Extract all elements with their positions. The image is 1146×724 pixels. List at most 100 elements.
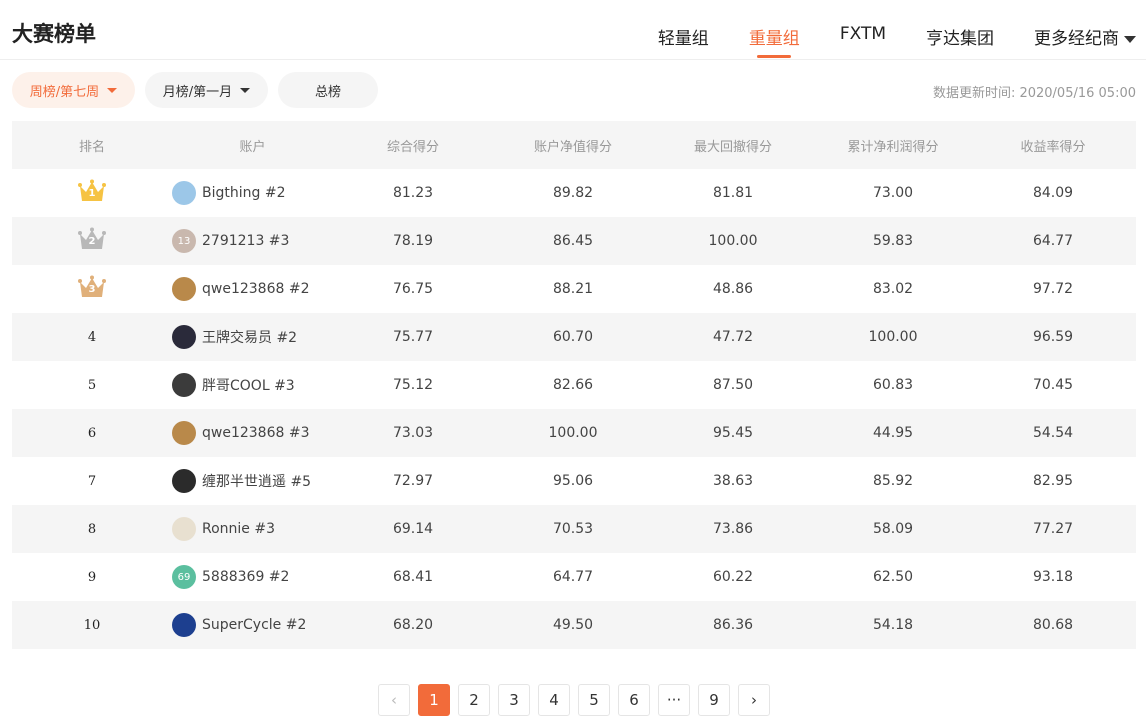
equity-score-cell: 49.50 [552, 617, 594, 633]
account-name: SuperCycle #2 [202, 617, 307, 633]
crown-icon: 3 [77, 275, 107, 299]
table-row[interactable]: 7 缠那半世逍遥 #5 72.97 95.06 38.63 85.92 82.95 [12, 457, 1136, 505]
table-row[interactable]: 8 Ronnie #3 69.14 70.53 73.86 58.09 77.27 [12, 505, 1136, 553]
account-link[interactable]: 王牌交易员 #2 [172, 325, 333, 349]
table-row[interactable]: 1 Bigthing #2 81.23 89.82 81.81 73.00 84.09 [12, 169, 1136, 217]
rank-cell: 1 [12, 179, 172, 207]
leaderboard-table: 排名 账户 综合得分 账户净值得分 最大回撤得分 累计净利润得分 收益率得分 1… [12, 121, 1136, 649]
account-link[interactable]: 胖哥COOL #3 [172, 373, 333, 397]
page-button-4[interactable]: 4 [538, 684, 570, 716]
page-button-9[interactable]: 9 [698, 684, 730, 716]
avatar [172, 613, 196, 637]
total-filter-button[interactable]: 总榜 [278, 72, 378, 108]
page-button-5[interactable]: 5 [578, 684, 610, 716]
table-header: 排名 账户 综合得分 账户净值得分 最大回撤得分 累计净利润得分 收益率得分 [12, 121, 1136, 169]
account-link[interactable]: 缠那半世逍遥 #5 [172, 469, 333, 493]
month-filter-dropdown[interactable]: 月榜/第一月 [145, 72, 268, 108]
page-button-1[interactable]: 1 [418, 684, 450, 716]
avatar [172, 469, 196, 493]
rank-number: 1 [88, 188, 96, 199]
account-link[interactable]: Bigthing #2 [172, 181, 333, 205]
chevron-down-icon [240, 87, 251, 93]
account-link[interactable]: qwe123868 #3 [172, 421, 333, 445]
avatar [172, 181, 196, 205]
account-cell: 胖哥COOL #3 [172, 373, 333, 397]
account-name: 5888369 #2 [202, 569, 290, 585]
composite-score-cell: 81.23 [392, 185, 434, 201]
profit-score-cell: 83.02 [872, 281, 914, 297]
avatar [172, 325, 196, 349]
account-link[interactable]: 69 5888369 #2 [172, 565, 333, 589]
avatar: 13 [172, 229, 196, 253]
chevron-down-icon [1124, 35, 1136, 43]
return-score-cell: 77.27 [1032, 521, 1074, 537]
account-link[interactable]: SuperCycle #2 [172, 613, 333, 637]
return-score-cell: 82.95 [1032, 473, 1074, 489]
composite-score-cell: 75.12 [392, 377, 434, 393]
table-row[interactable]: 4 王牌交易员 #2 75.77 60.70 47.72 100.00 96.59 [12, 313, 1136, 361]
return-score-cell: 80.68 [1032, 617, 1074, 633]
return-score-cell: 93.18 [1032, 569, 1074, 585]
column-header-equity: 账户净值得分 [533, 139, 612, 155]
rank-number: 2 [88, 236, 96, 247]
tab-more-brokers[interactable]: 更多经纪商 [1034, 24, 1136, 58]
month-filter-label: 月榜/第一月 [162, 84, 233, 100]
avatar: 69 [172, 565, 196, 589]
week-filter-dropdown[interactable]: 周榜/第七周 [12, 72, 135, 108]
chevron-down-icon [107, 87, 118, 93]
profit-score-cell: 62.50 [872, 569, 914, 585]
tab-fxtm[interactable]: FXTM [840, 24, 886, 58]
rank-cell: 2 [12, 227, 172, 255]
rank-cell: 9 [12, 569, 172, 585]
drawdown-score-cell: 100.00 [708, 233, 758, 249]
column-header-composite: 综合得分 [386, 139, 439, 155]
account-cell: Bigthing #2 [172, 181, 333, 205]
table-row[interactable]: 5 胖哥COOL #3 75.12 82.66 87.50 60.83 70.45 [12, 361, 1136, 409]
account-link[interactable]: qwe123868 #2 [172, 277, 333, 301]
profit-score-cell: 59.83 [872, 233, 914, 249]
avatar [172, 373, 196, 397]
equity-score-cell: 82.66 [552, 377, 594, 393]
account-cell: 13 2791213 #3 [172, 229, 333, 253]
return-score-cell: 96.59 [1032, 329, 1074, 345]
rank-number: 7 [87, 474, 97, 489]
equity-score-cell: 88.21 [552, 281, 594, 297]
equity-score-cell: 86.45 [552, 233, 594, 249]
table-row[interactable]: 2 13 2791213 #3 78.19 86.45 100.00 59.83 64.77 [12, 217, 1136, 265]
drawdown-score-cell: 95.45 [712, 425, 754, 441]
equity-score-cell: 60.70 [552, 329, 594, 345]
page-ellipsis-button[interactable]: ··· [658, 684, 690, 716]
avatar [172, 517, 196, 541]
page-button-3[interactable]: 3 [498, 684, 530, 716]
table-row[interactable]: 10 SuperCycle #2 68.20 49.50 86.36 54.18 80.68 [12, 601, 1136, 649]
tab-light[interactable]: 轻量组 [658, 24, 709, 58]
composite-score-cell: 68.41 [392, 569, 434, 585]
rank-number: 10 [83, 618, 101, 633]
week-filter-label: 周榜/第七周 [29, 84, 100, 100]
table-row[interactable]: 3 qwe123868 #2 76.75 88.21 48.86 83.02 97.72 [12, 265, 1136, 313]
crown-icon: 2 [77, 227, 107, 251]
tab-label: 轻量组 [657, 29, 709, 49]
drawdown-score-cell: 48.86 [712, 281, 754, 297]
page-button-6[interactable]: 6 [618, 684, 650, 716]
tab-heavy[interactable]: 重量组 [749, 24, 800, 58]
profit-score-cell: 60.83 [872, 377, 914, 393]
update-time: 数据更新时间: 2020/05/16 05:00 [932, 86, 1136, 101]
equity-score-cell: 70.53 [552, 521, 594, 537]
account-link[interactable]: 13 2791213 #3 [172, 229, 333, 253]
table-row[interactable]: 9 69 5888369 #2 68.41 64.77 60.22 62.50 93.18 [12, 553, 1136, 601]
column-header-drawdown: 最大回撤得分 [693, 139, 772, 155]
next-page-button[interactable]: › [738, 684, 770, 716]
account-cell: 王牌交易员 #2 [172, 325, 333, 349]
tab-label: 重量组 [748, 29, 800, 49]
tab-hantec[interactable]: 亨达集团 [926, 24, 994, 58]
prev-page-button[interactable]: ‹ [378, 684, 410, 716]
table-row[interactable]: 6 qwe123868 #3 73.03 100.00 95.45 44.95 54.54 [12, 409, 1136, 457]
rank-number: 3 [88, 284, 96, 295]
profit-score-cell: 54.18 [872, 617, 914, 633]
profit-score-cell: 85.92 [872, 473, 914, 489]
page-button-2[interactable]: 2 [458, 684, 490, 716]
column-header-return: 收益率得分 [1020, 139, 1086, 155]
account-cell: 缠那半世逍遥 #5 [172, 469, 333, 493]
account-link[interactable]: Ronnie #3 [172, 517, 333, 541]
